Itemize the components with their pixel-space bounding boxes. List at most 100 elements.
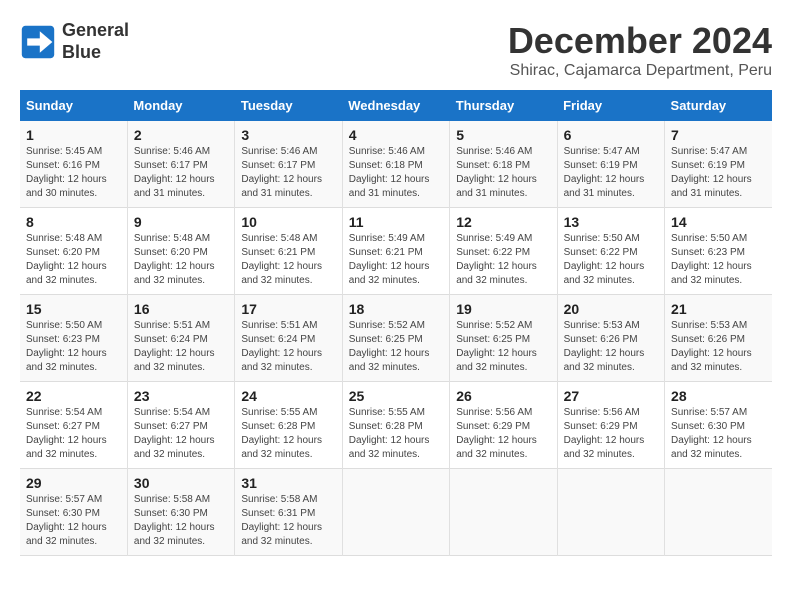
day-number: 4	[349, 127, 443, 143]
day-number: 29	[26, 475, 121, 491]
day-info: Sunrise: 5:52 AMSunset: 6:25 PMDaylight:…	[456, 319, 550, 375]
day-number: 26	[456, 388, 550, 404]
day-number: 11	[349, 214, 443, 230]
calendar-cell: 17 Sunrise: 5:51 AMSunset: 6:24 PMDayligh…	[235, 295, 342, 382]
calendar-cell	[342, 469, 449, 556]
calendar-cell	[557, 469, 664, 556]
day-number: 27	[564, 388, 658, 404]
calendar-cell: 28 Sunrise: 5:57 AMSunset: 6:30 PMDayligh…	[665, 382, 772, 469]
day-number: 21	[671, 301, 766, 317]
calendar-cell: 3 Sunrise: 5:46 AMSunset: 6:17 PMDaylight…	[235, 121, 342, 208]
day-info: Sunrise: 5:52 AMSunset: 6:25 PMDaylight:…	[349, 319, 443, 375]
calendar-cell: 31Sunrise: 5:58 AMSunset: 6:31 PMDayligh…	[235, 469, 342, 556]
calendar-cell: 27 Sunrise: 5:56 AMSunset: 6:29 PMDayligh…	[557, 382, 664, 469]
day-number: 13	[564, 214, 658, 230]
calendar-cell: 8 Sunrise: 5:48 AMSunset: 6:20 PMDaylight…	[20, 208, 127, 295]
day-number: 28	[671, 388, 766, 404]
day-info: Sunrise: 5:50 AMSunset: 6:23 PMDaylight:…	[671, 232, 766, 288]
header-cell-wednesday: Wednesday	[342, 90, 449, 121]
day-info: Sunrise: 5:49 AMSunset: 6:21 PMDaylight:…	[349, 232, 443, 288]
day-info: Sunrise: 5:45 AMSunset: 6:16 PMDaylight:…	[26, 145, 121, 201]
day-number: 18	[349, 301, 443, 317]
day-info: Sunrise: 5:46 AMSunset: 6:17 PMDaylight:…	[241, 145, 335, 201]
calendar-cell: 5 Sunrise: 5:46 AMSunset: 6:18 PMDaylight…	[450, 121, 557, 208]
day-number: 6	[564, 127, 658, 143]
day-number: 10	[241, 214, 335, 230]
calendar-cell: 16 Sunrise: 5:51 AMSunset: 6:24 PMDayligh…	[127, 295, 234, 382]
day-number: 3	[241, 127, 335, 143]
header-cell-tuesday: Tuesday	[235, 90, 342, 121]
calendar-cell: 23Sunrise: 5:54 AMSunset: 6:27 PMDayligh…	[127, 382, 234, 469]
day-info: Sunrise: 5:58 AMSunset: 6:30 PMDaylight:…	[134, 493, 228, 549]
logo: General Blue	[20, 20, 129, 63]
day-info: Sunrise: 5:53 AMSunset: 6:26 PMDaylight:…	[564, 319, 658, 375]
day-number: 5	[456, 127, 550, 143]
calendar-table: SundayMondayTuesdayWednesdayThursdayFrid…	[20, 90, 772, 556]
day-info: Sunrise: 5:48 AMSunset: 6:21 PMDaylight:…	[241, 232, 335, 288]
day-info: Sunrise: 5:50 AMSunset: 6:22 PMDaylight:…	[564, 232, 658, 288]
day-info: Sunrise: 5:54 AMSunset: 6:27 PMDaylight:…	[26, 406, 121, 462]
day-info: Sunrise: 5:57 AMSunset: 6:30 PMDaylight:…	[671, 406, 766, 462]
day-info: Sunrise: 5:46 AMSunset: 6:18 PMDaylight:…	[349, 145, 443, 201]
day-info: Sunrise: 5:51 AMSunset: 6:24 PMDaylight:…	[134, 319, 228, 375]
calendar-cell: 22Sunrise: 5:54 AMSunset: 6:27 PMDayligh…	[20, 382, 127, 469]
calendar-cell: 10 Sunrise: 5:48 AMSunset: 6:21 PMDayligh…	[235, 208, 342, 295]
day-info: Sunrise: 5:55 AMSunset: 6:28 PMDaylight:…	[241, 406, 335, 462]
logo-text: General Blue	[62, 20, 129, 63]
calendar-cell: 14 Sunrise: 5:50 AMSunset: 6:23 PMDayligh…	[665, 208, 772, 295]
calendar-header: SundayMondayTuesdayWednesdayThursdayFrid…	[20, 90, 772, 121]
day-info: Sunrise: 5:55 AMSunset: 6:28 PMDaylight:…	[349, 406, 443, 462]
day-info: Sunrise: 5:46 AMSunset: 6:18 PMDaylight:…	[456, 145, 550, 201]
day-info: Sunrise: 5:47 AMSunset: 6:19 PMDaylight:…	[564, 145, 658, 201]
day-number: 20	[564, 301, 658, 317]
day-number: 23	[134, 388, 228, 404]
day-number: 7	[671, 127, 766, 143]
day-info: Sunrise: 5:56 AMSunset: 6:29 PMDaylight:…	[456, 406, 550, 462]
title-area: December 2024 Shirac, Cajamarca Departme…	[508, 20, 772, 80]
header-cell-sunday: Sunday	[20, 90, 127, 121]
day-number: 16	[134, 301, 228, 317]
calendar-cell	[450, 469, 557, 556]
day-info: Sunrise: 5:56 AMSunset: 6:29 PMDaylight:…	[564, 406, 658, 462]
day-number: 24	[241, 388, 335, 404]
calendar-week-2: 8 Sunrise: 5:48 AMSunset: 6:20 PMDaylight…	[20, 208, 772, 295]
calendar-cell: 21 Sunrise: 5:53 AMSunset: 6:26 PMDayligh…	[665, 295, 772, 382]
day-info: Sunrise: 5:48 AMSunset: 6:20 PMDaylight:…	[134, 232, 228, 288]
calendar-cell: 2Sunrise: 5:46 AMSunset: 6:17 PMDaylight…	[127, 121, 234, 208]
day-number: 8	[26, 214, 121, 230]
calendar-cell: 12Sunrise: 5:49 AMSunset: 6:22 PMDayligh…	[450, 208, 557, 295]
day-info: Sunrise: 5:49 AMSunset: 6:22 PMDaylight:…	[456, 232, 550, 288]
calendar-cell: 4 Sunrise: 5:46 AMSunset: 6:18 PMDaylight…	[342, 121, 449, 208]
calendar-cell: 24 Sunrise: 5:55 AMSunset: 6:28 PMDayligh…	[235, 382, 342, 469]
day-number: 2	[134, 127, 228, 143]
calendar-cell: 18 Sunrise: 5:52 AMSunset: 6:25 PMDayligh…	[342, 295, 449, 382]
calendar-week-5: 29Sunrise: 5:57 AMSunset: 6:30 PMDayligh…	[20, 469, 772, 556]
calendar-cell: 29Sunrise: 5:57 AMSunset: 6:30 PMDayligh…	[20, 469, 127, 556]
header-cell-saturday: Saturday	[665, 90, 772, 121]
day-number: 31	[241, 475, 335, 491]
calendar-cell: 20 Sunrise: 5:53 AMSunset: 6:26 PMDayligh…	[557, 295, 664, 382]
day-info: Sunrise: 5:53 AMSunset: 6:26 PMDaylight:…	[671, 319, 766, 375]
page-title: December 2024	[508, 20, 772, 62]
day-info: Sunrise: 5:48 AMSunset: 6:20 PMDaylight:…	[26, 232, 121, 288]
day-number: 25	[349, 388, 443, 404]
logo-icon	[20, 24, 56, 60]
header-cell-friday: Friday	[557, 90, 664, 121]
calendar-week-4: 22Sunrise: 5:54 AMSunset: 6:27 PMDayligh…	[20, 382, 772, 469]
calendar-cell: 9 Sunrise: 5:48 AMSunset: 6:20 PMDaylight…	[127, 208, 234, 295]
page-header: General Blue December 2024 Shirac, Cajam…	[20, 20, 772, 80]
calendar-cell: 30Sunrise: 5:58 AMSunset: 6:30 PMDayligh…	[127, 469, 234, 556]
header-cell-monday: Monday	[127, 90, 234, 121]
day-number: 15	[26, 301, 121, 317]
day-info: Sunrise: 5:47 AMSunset: 6:19 PMDaylight:…	[671, 145, 766, 201]
day-info: Sunrise: 5:51 AMSunset: 6:24 PMDaylight:…	[241, 319, 335, 375]
header-cell-thursday: Thursday	[450, 90, 557, 121]
day-number: 9	[134, 214, 228, 230]
calendar-cell: 13 Sunrise: 5:50 AMSunset: 6:22 PMDayligh…	[557, 208, 664, 295]
day-number: 17	[241, 301, 335, 317]
calendar-week-3: 15 Sunrise: 5:50 AMSunset: 6:23 PMDayligh…	[20, 295, 772, 382]
calendar-cell	[665, 469, 772, 556]
day-number: 14	[671, 214, 766, 230]
calendar-cell: 6 Sunrise: 5:47 AMSunset: 6:19 PMDaylight…	[557, 121, 664, 208]
day-info: Sunrise: 5:50 AMSunset: 6:23 PMDaylight:…	[26, 319, 121, 375]
